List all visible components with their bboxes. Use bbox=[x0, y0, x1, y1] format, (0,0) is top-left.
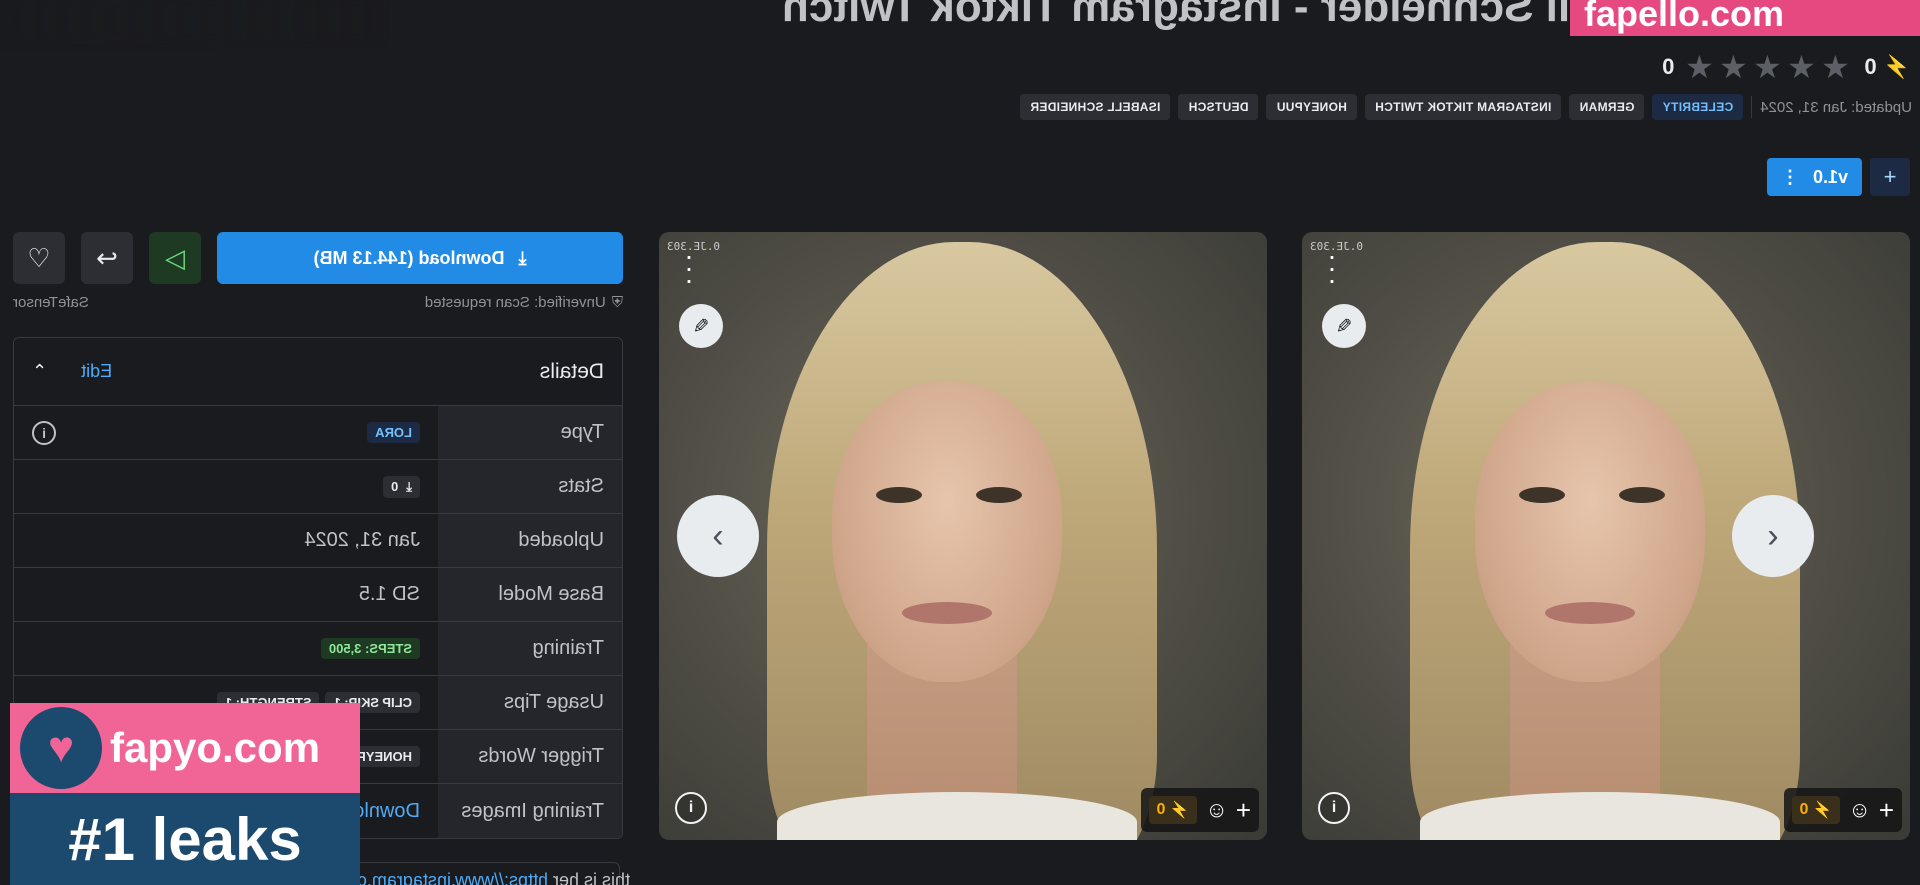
row-value: Jan 31, 2024 bbox=[304, 529, 420, 551]
tag-chip[interactable]: INSTAGRAM TIKTOK TWITCH bbox=[1364, 94, 1562, 120]
heart-logo-icon: ♥ bbox=[20, 707, 102, 789]
download-icon: ⤓ bbox=[518, 247, 527, 268]
row-value: STEPS: 3,500 bbox=[14, 622, 438, 675]
row-key: Usage Tips bbox=[438, 676, 622, 729]
smiley-icon[interactable]: ☺ bbox=[1848, 797, 1870, 823]
action-row: ⤓ Download (144.13 MB) ▷ ↪ ♡ bbox=[13, 232, 623, 284]
download-icon: ⤓ bbox=[406, 478, 412, 494]
table-row: Base Model SD 1.5 bbox=[14, 568, 622, 622]
add-reaction-icon[interactable]: + bbox=[1236, 795, 1251, 826]
run-button[interactable]: ▷ bbox=[149, 232, 201, 284]
watermark-domain: fapyo.com bbox=[110, 724, 321, 771]
rating-count: 0 bbox=[1662, 54, 1675, 79]
chevron-right-icon: › bbox=[712, 516, 724, 555]
star-icon: ★ bbox=[1685, 49, 1714, 85]
version-label: v1.0 bbox=[1812, 166, 1848, 187]
download-button[interactable]: ⤓ Download (144.13 MB) bbox=[217, 232, 623, 284]
edit-link[interactable]: Edit bbox=[81, 361, 112, 382]
remix-icon[interactable]: ✎ bbox=[679, 304, 723, 348]
gallery-image-card[interactable]: 0.JE.303 · · · ✎ i + ☺ ⚡ 0 bbox=[1302, 232, 1910, 840]
play-icon: ▷ bbox=[165, 242, 185, 273]
watermark-slogan: #1 leaks bbox=[10, 793, 360, 885]
rating-row: ⚡ 0 ★ ★ ★ ★ ★ 0 bbox=[1662, 49, 1910, 85]
updated-date: Updated: Jan 31, 2024 bbox=[1760, 98, 1912, 116]
tip-reaction[interactable]: ⚡ 0 bbox=[1791, 796, 1841, 824]
file-format: SafeTensor bbox=[13, 294, 89, 311]
scan-row: ⛨Unverified: Scan requested SafeTensor bbox=[13, 294, 623, 311]
carousel-next-button[interactable]: › bbox=[677, 495, 759, 577]
steps-badge: STEPS: 3,500 bbox=[320, 638, 420, 659]
star-icon: ★ bbox=[1719, 49, 1748, 85]
info-icon[interactable]: i bbox=[32, 420, 56, 445]
tip-reaction[interactable]: ⚡ 0 bbox=[1148, 796, 1198, 824]
like-button[interactable]: ♡ bbox=[13, 232, 65, 284]
remix-icon[interactable]: ✎ bbox=[1322, 304, 1366, 348]
details-header[interactable]: Details Edit ⌃ bbox=[14, 338, 622, 406]
tags-row: Updated: Jan 31, 2024 CELEBRITY GERMAN I… bbox=[1020, 94, 1912, 120]
table-row: Training STEPS: 3,500 bbox=[14, 622, 622, 676]
watermark-pink: ♥ fapyo.com bbox=[10, 703, 360, 793]
info-icon[interactable]: i bbox=[1318, 792, 1350, 824]
share-button[interactable]: ↪ bbox=[81, 232, 133, 284]
tip-count-value: 0 bbox=[1864, 54, 1877, 79]
rating-stars[interactable]: ★ ★ ★ ★ ★ 0 bbox=[1662, 49, 1850, 85]
chevron-up-icon[interactable]: ⌃ bbox=[32, 361, 47, 382]
tag-chip[interactable]: ISABELL SCHNEIDER bbox=[1020, 94, 1171, 120]
type-badge: LORA bbox=[367, 422, 420, 443]
reaction-bar[interactable]: + ☺ ⚡ 0 bbox=[1140, 788, 1259, 832]
download-label: Download (144.13 MB) bbox=[313, 247, 505, 268]
info-icon[interactable]: i bbox=[675, 792, 707, 824]
row-key: Training Images bbox=[438, 784, 622, 838]
row-key: Uploaded bbox=[438, 514, 622, 567]
shield-off-icon: ⛨ bbox=[611, 294, 623, 311]
tag-chip[interactable]: DEUTSCH bbox=[1178, 94, 1259, 120]
add-version-button[interactable]: + bbox=[1870, 158, 1910, 196]
table-row: Uploaded Jan 31, 2024 bbox=[14, 514, 622, 568]
tag-chip[interactable]: HONEYPUU bbox=[1266, 94, 1357, 120]
lightning-icon: ⚡ bbox=[1169, 802, 1190, 819]
title-blur-overlay bbox=[0, 0, 380, 40]
watermark-banner: ♥ fapyo.com #1 leaks bbox=[10, 703, 360, 885]
add-reaction-icon[interactable]: + bbox=[1879, 795, 1894, 826]
reaction-count: 0 bbox=[1156, 801, 1166, 818]
version-row: + v1.0 ⋮ bbox=[1766, 158, 1910, 196]
row-key: Type bbox=[438, 406, 622, 459]
tag-chip[interactable]: GERMAN bbox=[1569, 94, 1645, 120]
reaction-bar[interactable]: + ☺ ⚡ 0 bbox=[1783, 788, 1902, 832]
watermark-top: fapello.com bbox=[1570, 0, 1920, 36]
smiley-icon[interactable]: ☺ bbox=[1205, 797, 1227, 823]
share-icon: ↪ bbox=[96, 242, 118, 273]
chevron-left-icon: ‹ bbox=[1767, 516, 1779, 555]
row-key: Trigger Words bbox=[438, 730, 622, 783]
divider bbox=[1751, 96, 1753, 118]
row-key: Base Model bbox=[438, 568, 622, 621]
star-icon: ★ bbox=[1821, 49, 1850, 85]
reaction-count: 0 bbox=[1799, 801, 1809, 818]
star-icon: ★ bbox=[1787, 49, 1816, 85]
heart-icon: ♡ bbox=[27, 242, 51, 273]
row-key: Training bbox=[438, 622, 622, 675]
tip-count[interactable]: ⚡ 0 bbox=[1864, 54, 1910, 80]
version-button[interactable]: v1.0 ⋮ bbox=[1766, 158, 1862, 196]
row-value: LORA i bbox=[14, 406, 438, 459]
scan-status: ⛨Unverified: Scan requested bbox=[424, 294, 623, 311]
more-options-icon[interactable]: ⋮ bbox=[1781, 167, 1799, 188]
row-value: ⤓ 0 bbox=[14, 460, 438, 513]
row-value: SD 1.5 bbox=[358, 583, 420, 605]
lightning-icon: ⚡ bbox=[1882, 54, 1910, 79]
details-heading: Details bbox=[539, 359, 604, 383]
card-menu-icon[interactable]: · · · bbox=[677, 240, 701, 295]
lightning-icon: ⚡ bbox=[1812, 802, 1833, 819]
row-key: Stats bbox=[438, 460, 622, 513]
table-row: Type LORA i bbox=[14, 406, 622, 460]
star-icon: ★ bbox=[1753, 49, 1782, 85]
portrait-image bbox=[1302, 232, 1910, 840]
download-stat-badge: ⤓ 0 bbox=[383, 475, 420, 498]
carousel-prev-button[interactable]: ‹ bbox=[1732, 495, 1814, 577]
category-badge[interactable]: CELEBRITY bbox=[1652, 94, 1744, 120]
card-menu-icon[interactable]: · · · bbox=[1320, 240, 1344, 295]
table-row: Stats ⤓ 0 bbox=[14, 460, 622, 514]
